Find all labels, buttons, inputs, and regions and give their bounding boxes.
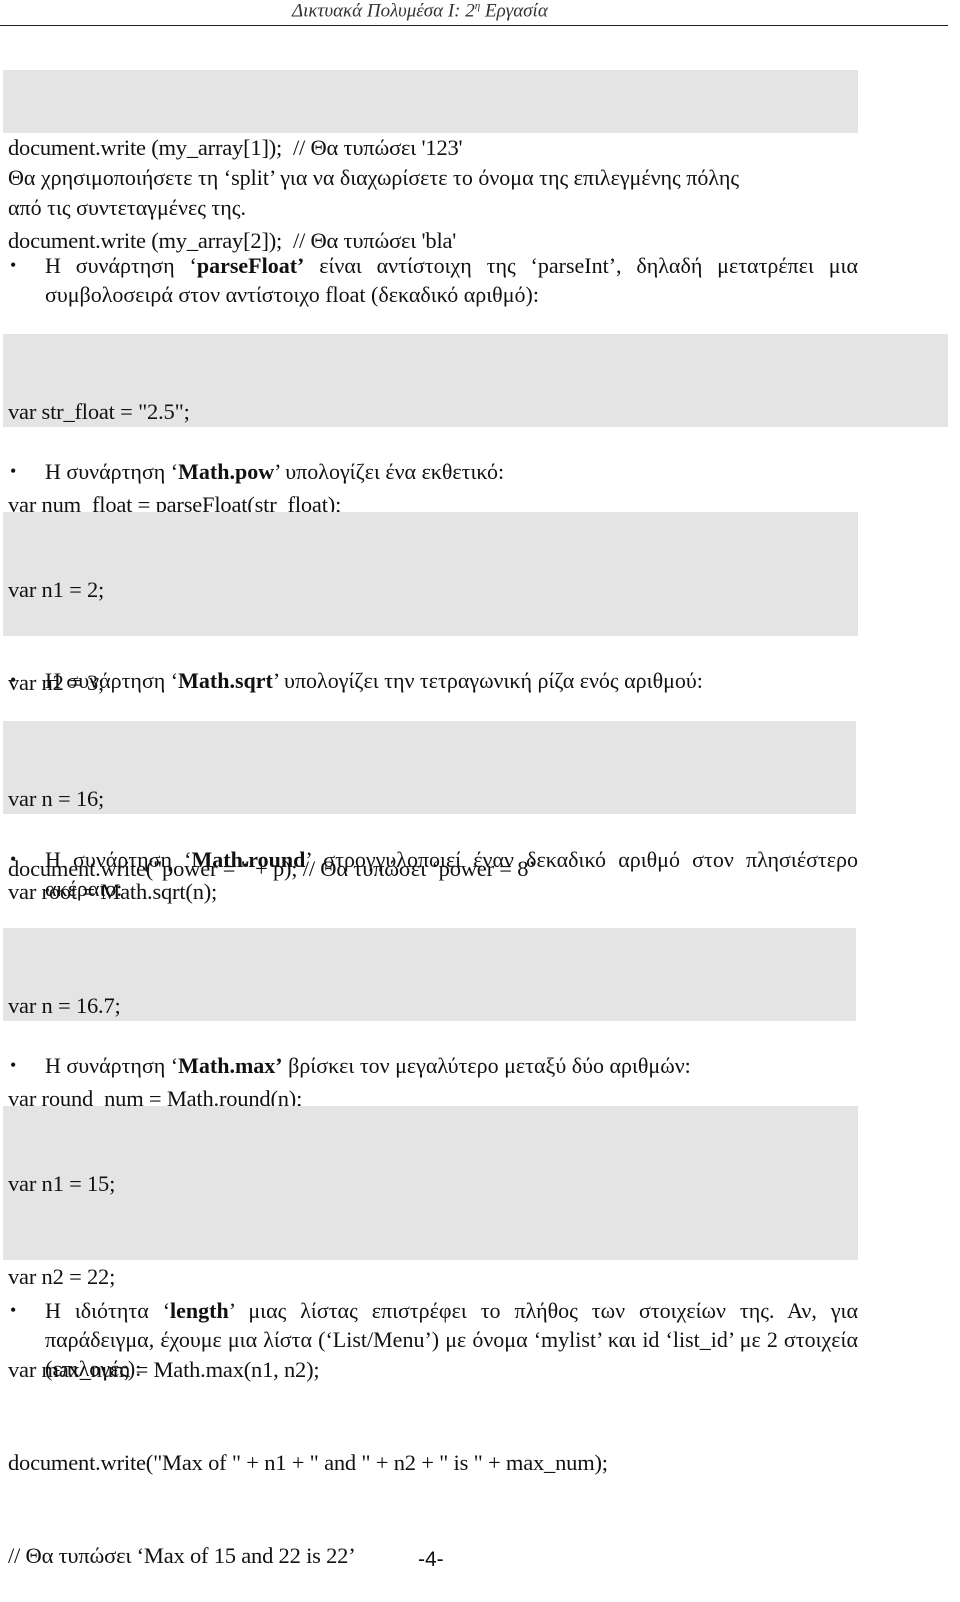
code-block-parsefloat: var str_float = "2.5"; var num_float = p… bbox=[3, 334, 948, 610]
bullet-text: Η συνάρτηση ‘Math.max’ βρίσκει τον μεγαλ… bbox=[45, 1053, 691, 1078]
page-number: -4- bbox=[418, 1548, 444, 1571]
keyword: length bbox=[170, 1298, 229, 1323]
code-block-sqrt: var n = 16; var root = Math.sqrt(n); doc… bbox=[3, 721, 856, 997]
bullet-length: • Η ιδιότητα ‘length’ μιας λίστας επιστρ… bbox=[8, 1296, 858, 1383]
code-line: document.write (my_array[1]); // Θα τυπώ… bbox=[8, 135, 463, 160]
bullet-icon: • bbox=[10, 849, 17, 869]
code-block-pow: var n1 = 2; var n2 = 3; var p = Math.pow… bbox=[3, 512, 858, 881]
bullet-text: Η συνάρτηση ‘Math.pow’ υπολογίζει ένα εκ… bbox=[45, 459, 505, 484]
code-line: document.write("Max of " + n1 + " and " … bbox=[8, 1450, 608, 1475]
split-note: Θα χρησιμοποιήσετε τη ‘split’ για να δια… bbox=[8, 165, 740, 220]
keyword: Math.sqrt bbox=[178, 668, 273, 693]
code-line: var n1 = 15; bbox=[8, 1171, 116, 1196]
code-line: var n = 16.7; bbox=[8, 993, 121, 1018]
bullet-icon: • bbox=[10, 670, 17, 690]
bullet-icon: • bbox=[10, 461, 17, 481]
keyword: Math.pow bbox=[178, 459, 275, 484]
bullet-text: Η συνάρτηση ‘Math.round’ στρογγυλοποιεί … bbox=[45, 847, 858, 901]
keyword: Math.max’ bbox=[178, 1053, 283, 1078]
code-line: var n = 16; bbox=[8, 786, 105, 811]
bullet-parsefloat: • Η συνάρτηση ‘parseFloat’ είναι αντίστο… bbox=[8, 251, 858, 309]
header-title: Δικτυακά Πολυμέσα Ι: 2η Εργασία bbox=[292, 0, 548, 22]
code-line: var str_float = "2.5"; bbox=[8, 399, 190, 424]
bullet-math-pow: • Η συνάρτηση ‘Math.pow’ υπολογίζει ένα … bbox=[8, 457, 858, 486]
code-line: var n1 = 2; bbox=[8, 577, 105, 602]
bullet-text: Η ιδιότητα ‘length’ μιας λίστας επιστρέφ… bbox=[45, 1298, 858, 1381]
bullet-icon: • bbox=[10, 1300, 17, 1320]
page-header: Δικτυακά Πολυμέσα Ι: 2η Εργασία bbox=[0, 0, 948, 26]
keyword: Math.round bbox=[191, 847, 306, 872]
code-block-max: var n1 = 15; var n2 = 22; var max_num = … bbox=[3, 1106, 858, 1568]
bullet-math-round: • Η συνάρτηση ‘Math.round’ στρογγυλοποιε… bbox=[8, 845, 858, 903]
bullet-text: Η συνάρτηση ‘parseFloat’ είναι αντίστοιχ… bbox=[45, 253, 858, 307]
bullet-math-max: • Η συνάρτηση ‘Math.max’ βρίσκει τον μεγ… bbox=[8, 1051, 858, 1080]
bullet-math-sqrt: • Η συνάρτηση ‘Math.sqrt’ υπολογίζει την… bbox=[8, 666, 858, 695]
code-line: var n2 = 22; bbox=[8, 1264, 116, 1289]
code-block-array: document.write (my_array[1]); // Θα τυπώ… bbox=[3, 70, 858, 253]
code-block-round: var n = 16.7; var round_num = Math.round… bbox=[3, 928, 856, 1204]
bullet-icon: • bbox=[10, 255, 17, 275]
bullet-text: Η συνάρτηση ‘Math.sqrt’ υπολογίζει την τ… bbox=[45, 668, 703, 693]
keyword: parseFloat’ bbox=[196, 253, 305, 278]
bullet-icon: • bbox=[10, 1055, 17, 1075]
